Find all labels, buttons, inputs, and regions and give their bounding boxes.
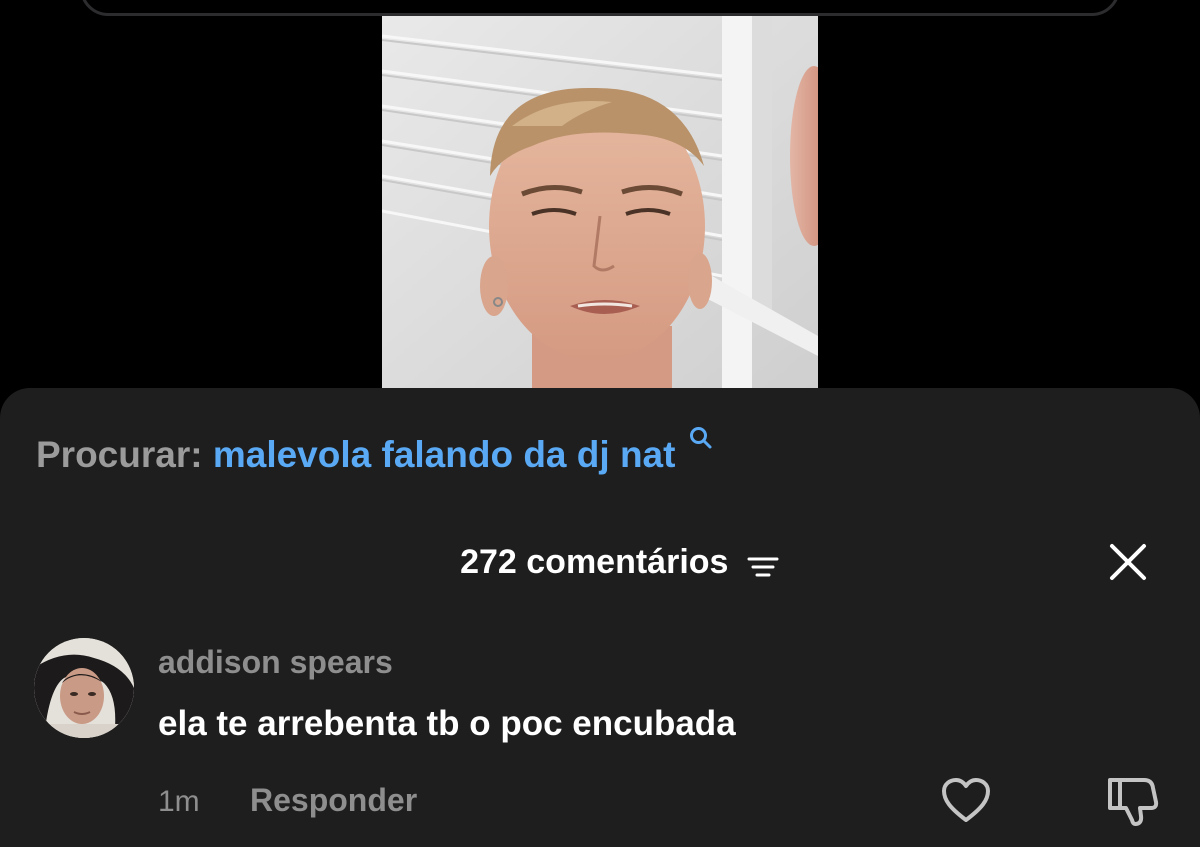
comments-count: 272 comentários (460, 543, 729, 581)
comment-timestamp: 1m (158, 785, 200, 818)
close-button[interactable] (1106, 540, 1150, 584)
search-prefix: Procurar: (36, 434, 203, 475)
comments-header: 272 comentários (0, 540, 1200, 584)
search-suggestion[interactable]: Procurar: malevola falando da dj nat (36, 427, 712, 477)
heart-icon (942, 778, 990, 822)
dislike-icon (1108, 778, 1159, 826)
video-frame-image (382, 16, 818, 388)
close-icon (1110, 544, 1146, 580)
search-term-link[interactable]: malevola falando da dj nat (213, 434, 676, 475)
filter-icon[interactable] (746, 548, 780, 577)
dislike-button[interactable] (1106, 774, 1160, 828)
comment-text: ela te arrebenta tb o poc encubada (158, 704, 736, 743)
video-player[interactable] (382, 16, 818, 388)
reply-button[interactable]: Responder (250, 780, 417, 820)
avatar[interactable] (34, 638, 134, 738)
comment-username[interactable]: addison spears (158, 642, 393, 682)
like-button[interactable] (940, 776, 992, 826)
screen: Procurar: malevola falando da dj nat 272… (0, 0, 1200, 847)
top-bar-outline (80, 0, 1120, 16)
search-icon[interactable] (688, 417, 714, 449)
